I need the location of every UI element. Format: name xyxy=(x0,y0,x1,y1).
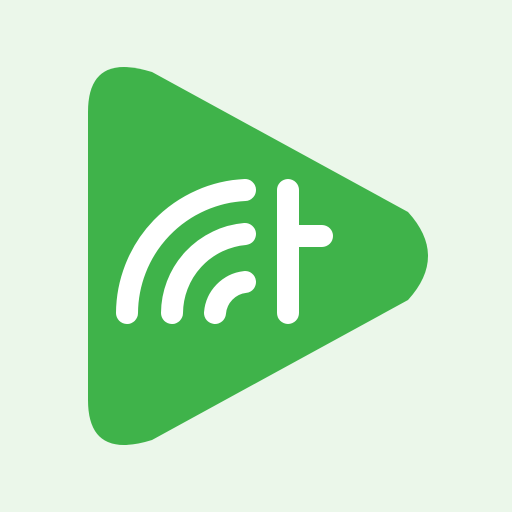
app-icon-canvas xyxy=(0,0,512,512)
podcast-play-logo-icon xyxy=(88,67,428,445)
